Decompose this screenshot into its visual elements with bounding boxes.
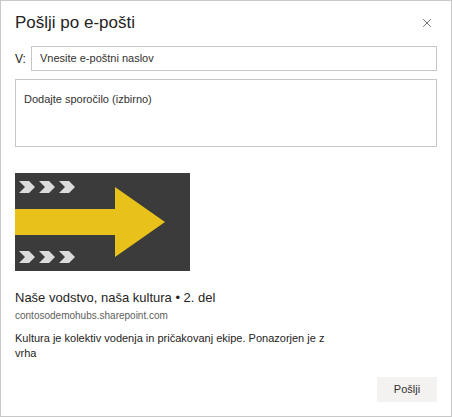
to-row: V: Vnesite e-poštni naslov	[15, 46, 437, 71]
preview-description: Kultura je kolektiv vodenja in pričakova…	[15, 331, 335, 361]
link-preview: Naše vodstvo, naša kultura • 2. del conto…	[15, 173, 437, 361]
to-label: V:	[15, 50, 25, 68]
arrows-image-icon	[15, 173, 190, 271]
preview-title: Naše vodstvo, naša kultura • 2. del	[15, 289, 437, 306]
preview-site: contosodemohubs.sharepoint.com	[15, 309, 437, 322]
send-button[interactable]: Pošlji	[377, 377, 437, 402]
message-input[interactable]: Dodajte sporočilo (izbirno)	[15, 79, 437, 147]
to-placeholder: Vnesite e-poštni naslov	[40, 50, 154, 67]
send-email-dialog: Pošlji po e-pošti V: Vnesite e-poštni nasl…	[0, 0, 452, 417]
dialog-footer: Pošlji	[15, 377, 437, 402]
dialog-title: Pošlji po e-pošti	[15, 12, 135, 34]
preview-image	[15, 173, 190, 271]
message-placeholder: Dodajte sporočilo (izbirno)	[24, 93, 152, 105]
close-button[interactable]	[417, 13, 437, 33]
close-icon	[420, 16, 434, 30]
dialog-header: Pošlji po e-pošti	[15, 1, 437, 35]
to-input[interactable]: Vnesite e-poštni naslov	[31, 46, 437, 71]
